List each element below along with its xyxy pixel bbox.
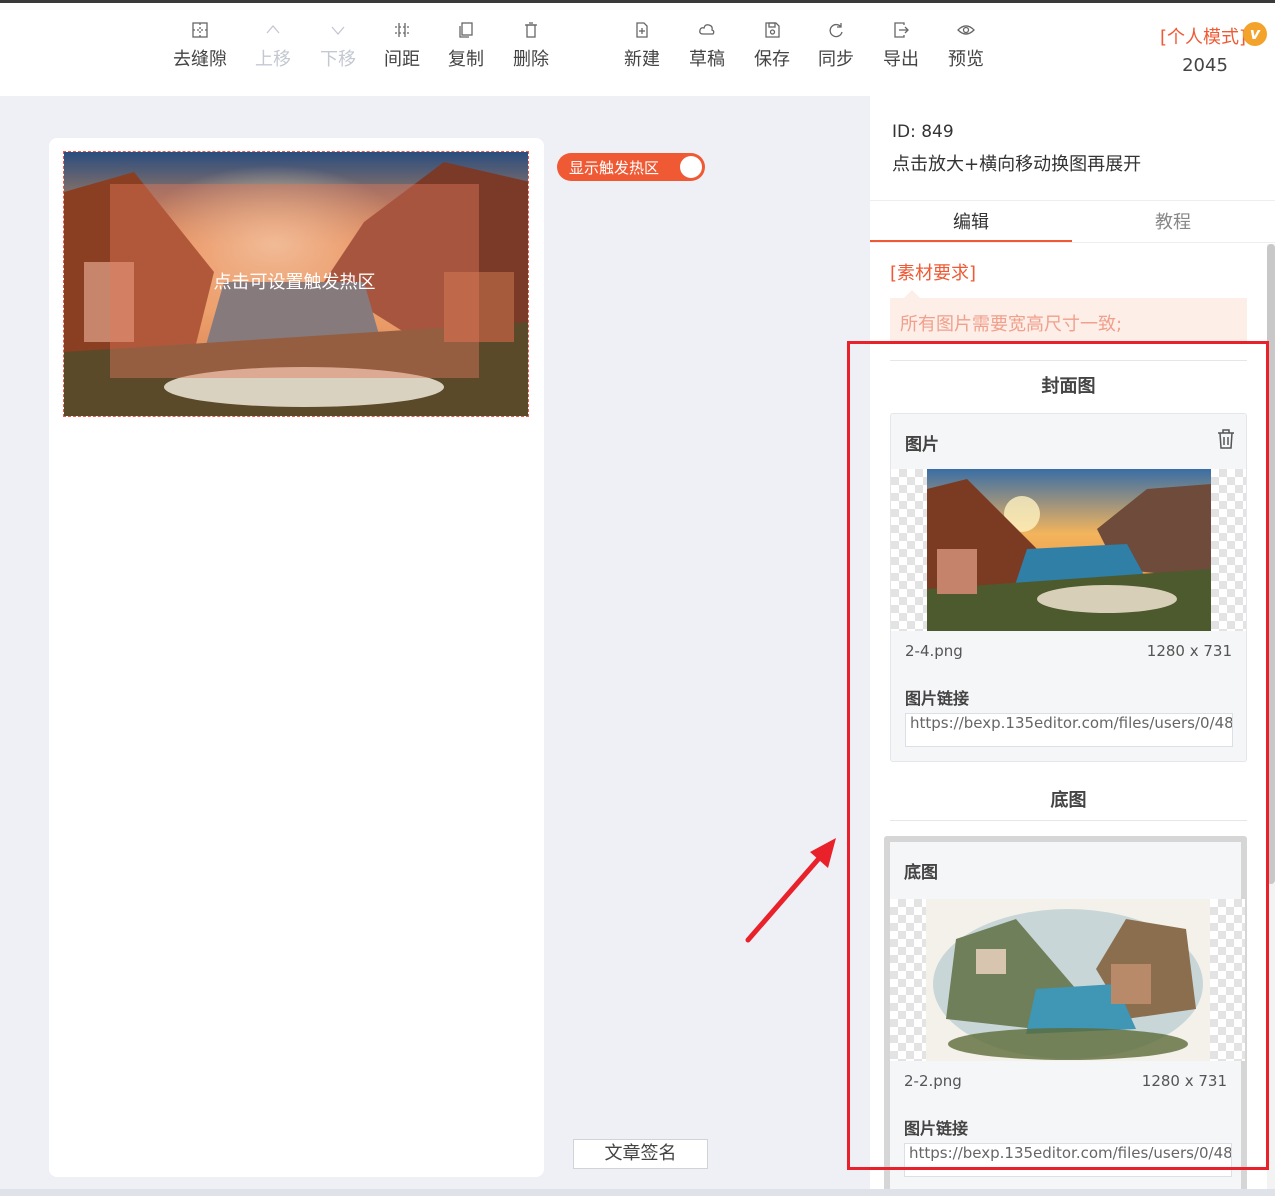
cover-image-block[interactable]: 点击可设置触发热区 (63, 151, 529, 417)
right-panel: ID: 849 点击放大+横向移动换图再展开 编辑 教程 [素材要求] 所有图片… (870, 96, 1275, 1196)
new-label: 新建 (624, 49, 660, 70)
preview-label: 预览 (948, 49, 984, 70)
show-hotspot-label: 显示触发热区 (569, 159, 660, 177)
chevron-down-icon (303, 21, 373, 47)
draft-button[interactable]: 草稿 (672, 21, 742, 81)
card-title: 底图 (904, 863, 938, 883)
move-up-button[interactable]: 上移 (238, 21, 308, 81)
trash-icon (496, 21, 566, 47)
draft-label: 草稿 (689, 49, 725, 70)
divider (870, 200, 1275, 201)
article-signature-button[interactable]: 文章签名 (573, 1139, 708, 1169)
spacing-label: 间距 (384, 49, 420, 70)
image-preview-area[interactable] (890, 899, 1245, 1061)
cover-image-card: 图片 2-4.png 1280 x 731 图片链接 https://bexp.… (890, 413, 1247, 762)
copy-icon (431, 21, 501, 47)
move-up-label: 上移 (255, 49, 291, 70)
hotspot-area[interactable]: 点击可设置触发热区 (110, 184, 479, 378)
toolbar: 去缝隙 上移 下移 间距 复制 删除 新建 草稿 保存 同步 导出 预览 [个人… (0, 3, 1275, 96)
grid-gap-icon (165, 21, 235, 47)
requirement-title: [素材要求] (890, 263, 977, 284)
new-button[interactable]: 新建 (607, 21, 677, 81)
template-id: ID: 849 (892, 122, 954, 142)
section-heading-base: 底图 (1050, 790, 1087, 811)
file-name: 2-2.png (904, 1072, 962, 1090)
trash-icon[interactable] (1216, 428, 1236, 450)
export-button[interactable]: 导出 (866, 21, 936, 81)
file-size: 1280 x 731 (1141, 1072, 1227, 1090)
requirement-box: 所有图片需要宽高尺寸一致; (890, 290, 1247, 342)
delete-button[interactable]: 删除 (496, 21, 566, 81)
spacing-button[interactable]: 间距 (367, 21, 437, 81)
save-icon (737, 21, 807, 47)
move-down-label: 下移 (320, 49, 356, 70)
cloud-icon (672, 21, 742, 47)
image-link-label: 图片链接 (904, 1119, 969, 1138)
image-link-input[interactable]: https://bexp.135editor.com/files/users/0… (904, 1143, 1232, 1177)
sync-icon (801, 21, 871, 47)
sync-button[interactable]: 同步 (801, 21, 871, 81)
section-heading-cover: 封面图 (1041, 376, 1096, 397)
spacing-icon (367, 21, 437, 47)
eye-icon (931, 21, 1001, 47)
file-size: 1280 x 731 (1146, 642, 1232, 660)
delete-label: 删除 (513, 49, 549, 70)
tab-divider (870, 242, 1275, 243)
remove-gap-button[interactable]: 去缝隙 (165, 21, 235, 81)
save-label: 保存 (754, 49, 790, 70)
new-file-icon (607, 21, 677, 47)
preview-button[interactable]: 预览 (931, 21, 1001, 81)
sync-label: 同步 (818, 49, 854, 70)
export-label: 导出 (883, 49, 919, 70)
section-divider (890, 360, 1247, 361)
show-hotspot-toggle[interactable]: 显示触发热区 (557, 153, 705, 181)
image-preview-area[interactable] (891, 469, 1246, 631)
image-link-label: 图片链接 (905, 689, 970, 708)
export-icon (866, 21, 936, 47)
image-link-input[interactable]: https://bexp.135editor.com/files/users/0… (905, 713, 1233, 747)
base-thumbnail (926, 899, 1210, 1061)
template-title: 点击放大+横向移动换图再展开 (892, 154, 1142, 175)
card-title: 图片 (905, 435, 939, 455)
scrollbar-thumb[interactable] (1267, 244, 1275, 884)
file-name: 2-4.png (905, 642, 963, 660)
cover-thumbnail (927, 469, 1211, 631)
usage-count: 2045 (1182, 55, 1228, 76)
vip-badge-icon: v (1243, 22, 1267, 46)
remove-gap-label: 去缝隙 (173, 49, 227, 70)
move-down-button[interactable]: 下移 (303, 21, 373, 81)
save-button[interactable]: 保存 (737, 21, 807, 81)
tab-edit[interactable]: 编辑 (870, 208, 1072, 242)
toggle-knob (680, 156, 702, 178)
bottom-strip (0, 1189, 1275, 1196)
tab-tutorial[interactable]: 教程 (1072, 208, 1274, 242)
requirement-text: 所有图片需要宽高尺寸一致; (900, 314, 1123, 335)
annotation-arrow-icon (745, 838, 836, 943)
base-image-card: 底图 2-2.png 1280 x 731 图片链接 https://bexp.… (884, 836, 1247, 1196)
personal-mode-link[interactable]: [个人模式] (1160, 23, 1246, 49)
chevron-up-icon (238, 21, 308, 47)
copy-label: 复制 (448, 49, 484, 70)
copy-button[interactable]: 复制 (431, 21, 501, 81)
section-divider (890, 820, 1247, 821)
